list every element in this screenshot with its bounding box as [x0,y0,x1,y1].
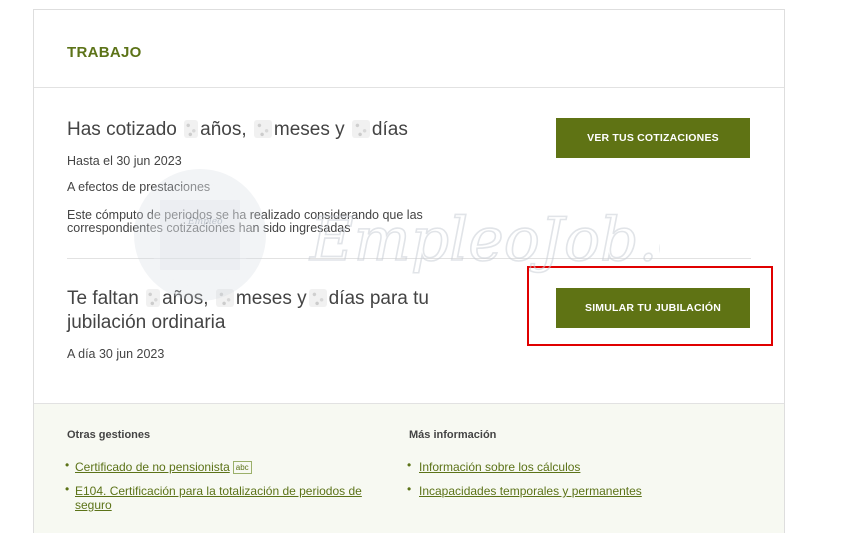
faltan-months-label: meses y [235,288,307,309]
cotizado-note-line2: correspondientes cotizaciones han sido i… [67,221,351,235]
faltan-heading: Te faltan años, meses y días para tu [67,287,429,311]
redacted-years [184,120,199,138]
certificado-no-pensionista-link[interactable]: Certificado de no pensionista abc [75,460,252,474]
mas-informacion-title: Más información [409,429,497,441]
faltan-date: A día 30 jun 2023 [67,347,165,361]
cotizado-heading: Has cotizado años, meses y días [67,118,408,142]
redacted-months [253,120,272,138]
bullet-icon: • [65,482,70,496]
cotizado-purpose: A efectos de prestaciones [67,180,211,194]
e104-certificacion-link-cont[interactable]: seguro [75,498,112,512]
section-title: TRABAJO [67,44,142,61]
faltan-days-label: días para tu [328,288,429,309]
cotizado-years-label: años, [200,119,247,140]
cotizado-date: Hasta el 30 jun 2023 [67,154,182,168]
highlight-box [527,266,773,346]
redacted-days [308,289,327,307]
faltan-heading-prefix: Te faltan [67,288,139,309]
redacted-days [351,120,370,138]
informacion-calculos-link[interactable]: Información sobre los cálculos [419,460,580,474]
spellcheck-icon: abc [232,461,252,474]
card-footer: Otras gestiones Más información • Certif… [34,403,784,533]
card-header: TRABAJO [34,10,784,88]
otras-gestiones-title: Otras gestiones [67,429,151,441]
bullet-icon: • [407,482,412,496]
cotizado-heading-prefix: Has cotizado [67,119,177,140]
certificado-no-pensionista-label: Certificado de no pensionista [75,460,230,474]
ver-cotizaciones-button[interactable]: VER TUS COTIZACIONES [556,118,750,158]
cotizado-months-label: meses y [273,119,345,140]
incapacidades-link[interactable]: Incapacidades temporales y permanentes [419,484,642,498]
faltan-heading-line2: jubilación ordinaria [67,312,226,333]
redacted-years [146,289,161,307]
cotizado-days-label: días [371,119,408,140]
redacted-months [215,289,234,307]
section-divider [67,258,751,259]
faltan-years-label: años, [162,288,209,309]
e104-certificacion-link[interactable]: E104. Certificación para la totalización… [75,484,362,498]
bullet-icon: • [407,458,412,472]
bullet-icon: • [65,458,70,472]
